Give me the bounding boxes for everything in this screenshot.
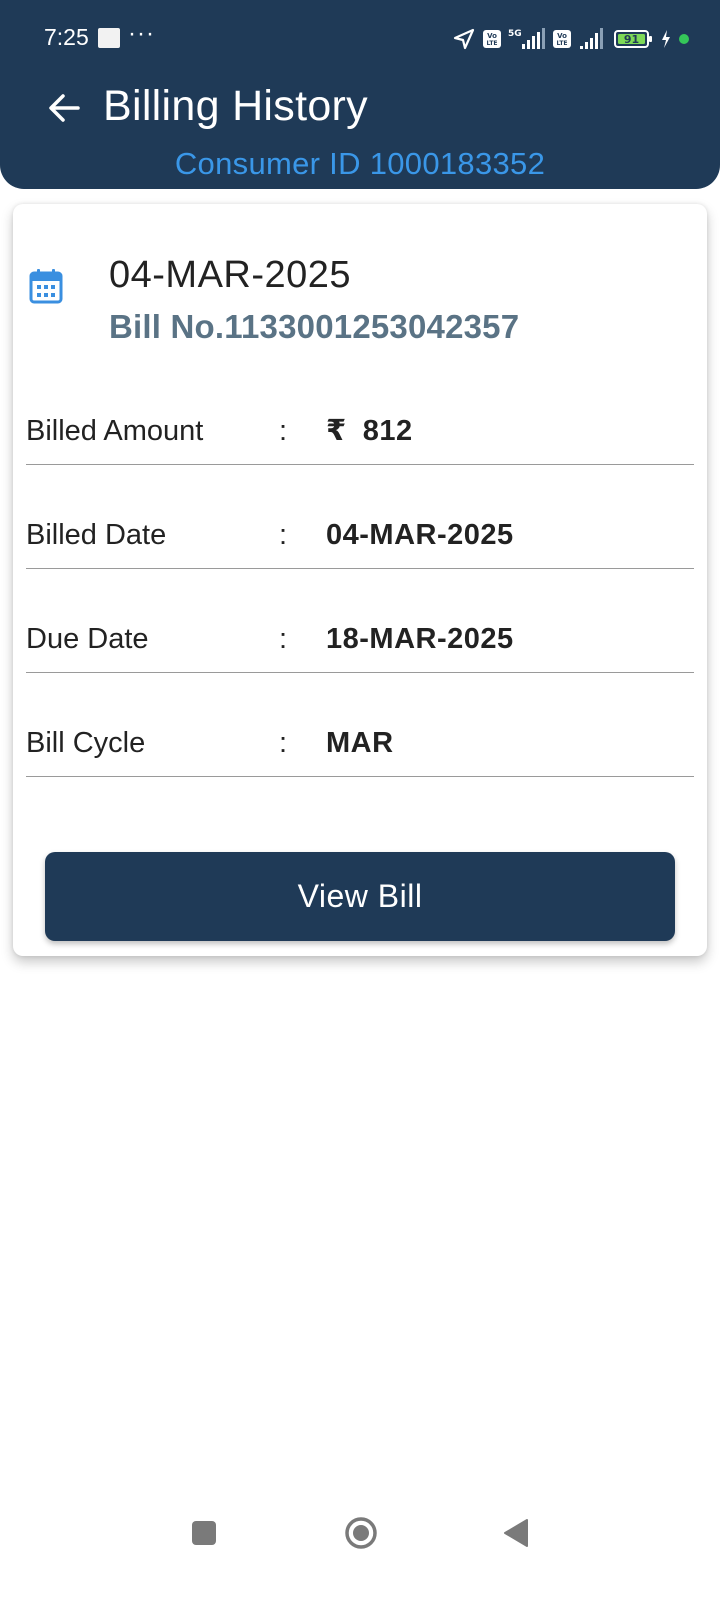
status-icons: Vo LTE 5G Vo LTE 91 xyxy=(452,24,690,54)
billed-date-row: Billed Date : 04-MAR-2025 xyxy=(26,463,694,569)
recents-square-icon[interactable] xyxy=(192,1521,216,1545)
due-date-row: Due Date : 18-MAR-2025 xyxy=(26,567,694,673)
bill-date-heading: 04-MAR-2025 xyxy=(109,254,352,296)
billed-amount-row: Billed Amount : ₹812 xyxy=(26,359,694,465)
green-dot-icon xyxy=(679,34,689,44)
consumer-id: Consumer ID 1000183352 xyxy=(174,146,546,181)
row-separator: : xyxy=(279,727,288,759)
notification-square-icon xyxy=(98,28,120,48)
status-bar: 7:25 ··· Vo LTE 5G Vo LTE 91 xyxy=(0,0,720,78)
page-title: Billing History xyxy=(103,82,368,130)
calendar-icon xyxy=(29,269,63,304)
row-separator: : xyxy=(279,623,288,655)
network-label: 5G xyxy=(508,29,522,39)
svg-text:Vo: Vo xyxy=(557,32,567,40)
row-value: ₹812 xyxy=(326,413,413,448)
rupee-icon: ₹ xyxy=(326,415,347,447)
battery-icon: 91 xyxy=(614,30,652,48)
row-label: Due Date xyxy=(26,623,149,655)
system-nav-bar xyxy=(0,1505,720,1575)
status-time: 7:25 xyxy=(44,24,89,50)
bill-cycle-value: MAR xyxy=(326,727,394,759)
location-arrow-icon xyxy=(453,28,475,50)
billed-date-value: 04-MAR-2025 xyxy=(326,519,514,551)
due-date-value: 18-MAR-2025 xyxy=(326,623,514,655)
row-label: Billed Date xyxy=(26,519,167,551)
view-bill-button[interactable]: View Bill xyxy=(45,852,675,941)
svg-text:LTE: LTE xyxy=(556,40,567,47)
bill-cycle-row: Bill Cycle : MAR xyxy=(26,671,694,777)
svg-text:LTE: LTE xyxy=(486,40,497,47)
billed-amount-value: 812 xyxy=(362,415,413,447)
row-separator: : xyxy=(279,519,288,551)
battery-level: 91 xyxy=(624,33,639,46)
arrow-left-icon[interactable] xyxy=(40,84,90,134)
signal-5g-icon: 5G xyxy=(508,28,545,49)
volte-icon: Vo LTE xyxy=(553,30,571,48)
row-separator: : xyxy=(279,415,288,447)
signal-icon xyxy=(580,28,603,49)
svg-text:Vo: Vo xyxy=(487,32,497,40)
volte-icon: Vo LTE xyxy=(483,30,501,48)
app-header: 7:25 ··· Vo LTE 5G Vo LTE 91 Billing His… xyxy=(0,0,720,189)
charging-icon xyxy=(662,30,670,48)
more-notifications-icon: ··· xyxy=(128,20,155,47)
row-label: Billed Amount xyxy=(26,415,204,447)
bill-number: Bill No.1133001253042357 xyxy=(109,308,520,345)
row-label: Bill Cycle xyxy=(26,727,146,759)
bill-card: 04-MAR-2025 Bill No.1133001253042357 Bil… xyxy=(13,204,707,956)
home-circle-icon[interactable] xyxy=(343,1515,379,1551)
back-triangle-icon[interactable] xyxy=(502,1517,530,1549)
